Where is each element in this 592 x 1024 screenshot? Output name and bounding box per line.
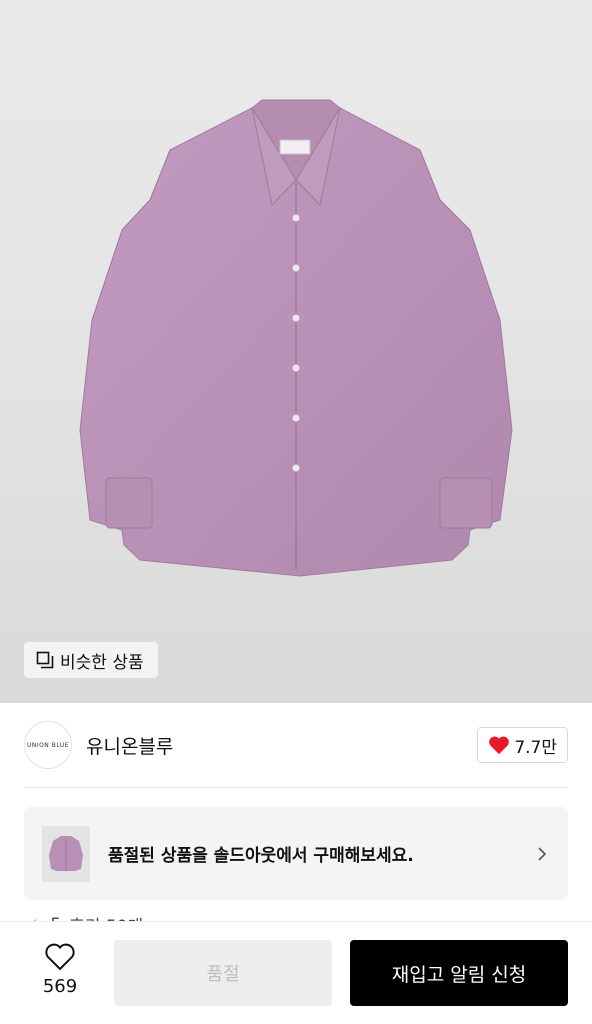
wishlist-button[interactable]: 569 [28, 942, 92, 1004]
banner-product-thumbnail [42, 825, 90, 882]
product-shirt-photo [79, 99, 513, 577]
similar-icon [36, 651, 54, 669]
banner-text: 품절된 상품을 솔드아웃에서 구매해보세요. [108, 846, 414, 866]
chevron-right-icon [538, 846, 547, 861]
restock-alert-button[interactable]: 재입고 알림 신청 [350, 940, 568, 1006]
product-image[interactable]: 비슷한 상품 [0, 0, 592, 703]
brand-like-count: 7.7만 [514, 737, 557, 758]
brand-name[interactable]: 유니온블루 [86, 732, 173, 759]
brand-like-button[interactable]: 7.7만 [477, 727, 568, 763]
brand-logo-text: UNION BLUE [26, 741, 70, 749]
bottom-action-bar: 569 품절 재입고 알림 신청 [0, 921, 592, 1024]
soldout-button: 품절 [114, 940, 332, 1006]
divider [24, 787, 568, 788]
soldout-promo-banner[interactable]: 품절된 상품을 솔드아웃에서 구매해보세요. [24, 807, 568, 900]
brand-logo[interactable]: UNION BLUE [24, 721, 72, 769]
brand-row: UNION BLUE 유니온블루 7.7만 [24, 720, 568, 770]
heart-outline-icon [45, 943, 75, 971]
similar-products-label: 비슷한 상품 [60, 652, 144, 673]
similar-products-button[interactable]: 비슷한 상품 [24, 642, 158, 678]
wishlist-count: 569 [42, 976, 78, 997]
heart-filled-icon [489, 736, 510, 755]
